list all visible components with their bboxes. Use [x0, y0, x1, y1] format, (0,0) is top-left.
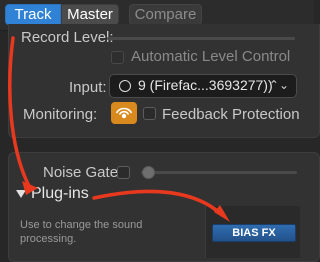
automatic-level-label: Automatic Level Control: [131, 48, 291, 65]
input-label: Input:: [69, 79, 107, 96]
plugins-description: Use to change the sound processing.: [20, 219, 143, 245]
noise-gate-checkbox[interactable]: [117, 166, 130, 179]
plugin-slot-bias-fx[interactable]: BIAS FX: [212, 224, 296, 242]
disclosure-triangle-down-icon[interactable]: [16, 190, 26, 198]
noise-gate-slider-knob[interactable]: [142, 166, 155, 179]
record-level-slider[interactable]: [107, 37, 295, 40]
noise-gate-slider[interactable]: [141, 171, 297, 174]
noise-gate-label: Noise Gate:: [43, 164, 123, 181]
monitoring-button[interactable]: [111, 102, 137, 124]
input-select[interactable]: 9 (Firefac...3693277)) ⌃⌄: [109, 74, 297, 98]
speaker-waves-icon: [115, 107, 133, 119]
feedback-protection-checkbox[interactable]: [143, 107, 156, 120]
input-select-value: 9 (Firefac...3693277)): [138, 77, 273, 93]
automatic-level-checkbox[interactable]: [111, 51, 124, 64]
feedback-protection-label: Feedback Protection: [162, 106, 300, 123]
tab-master[interactable]: Master: [61, 4, 119, 25]
monitoring-label: Monitoring:: [23, 106, 98, 123]
record-level-label: Record Level:: [21, 29, 114, 46]
compare-button[interactable]: Compare: [129, 4, 202, 25]
chevron-up-down-icon: ⌃⌄: [268, 78, 289, 92]
tab-track[interactable]: Track: [5, 4, 61, 25]
plugins-section-title[interactable]: Plug-ins: [31, 185, 89, 203]
mono-input-ring-icon: [119, 80, 131, 92]
